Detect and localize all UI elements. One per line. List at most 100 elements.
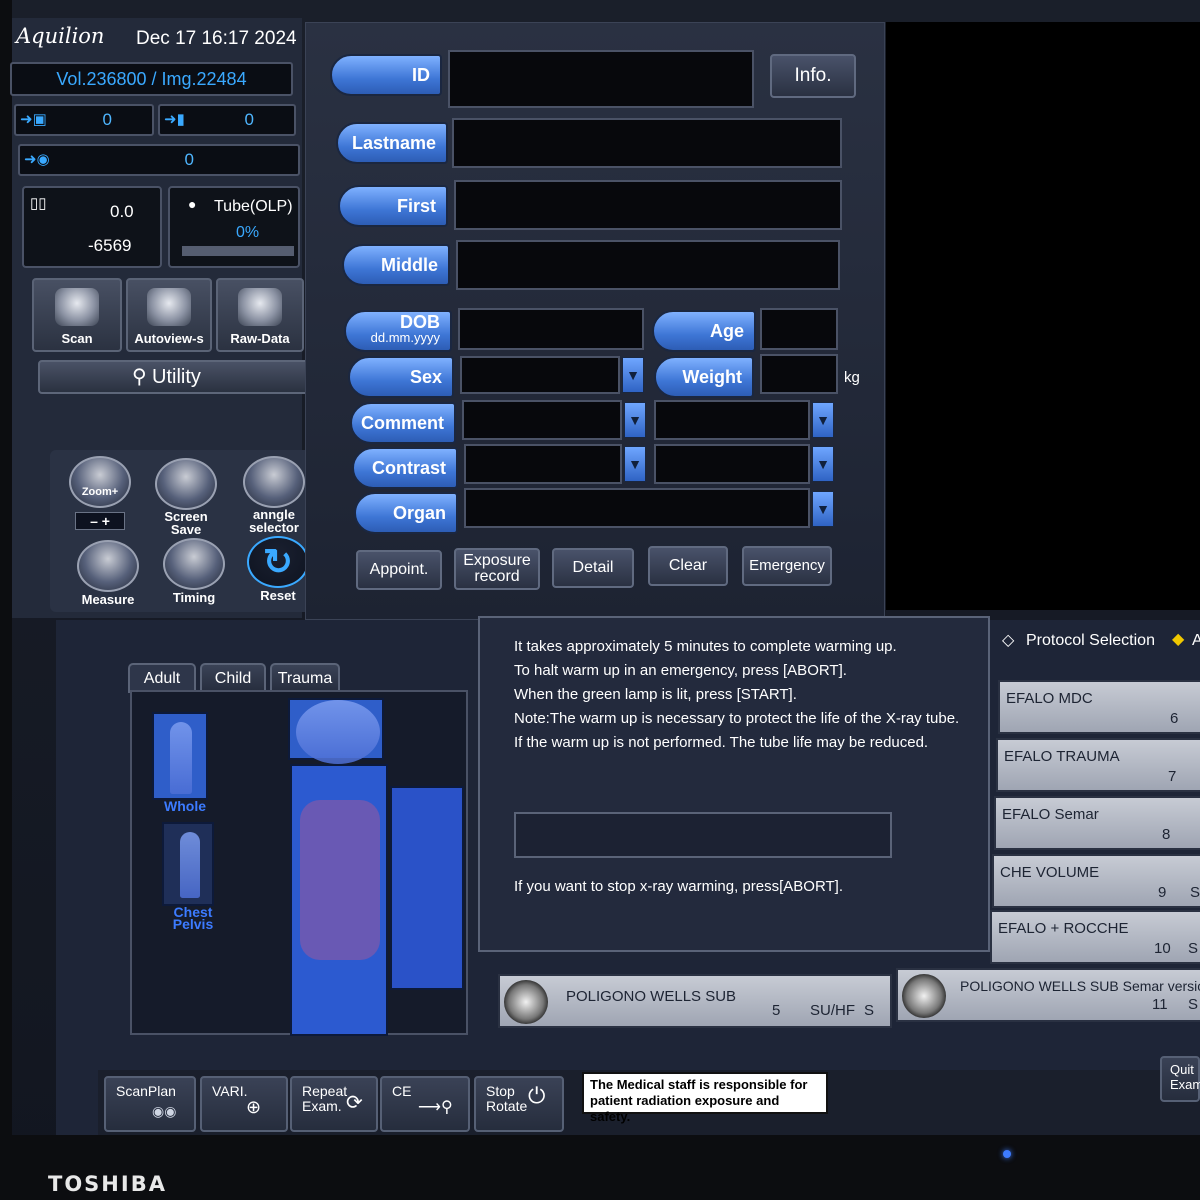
emergency-button[interactable]: Emergency [742, 546, 832, 586]
first-name-field[interactable] [454, 180, 842, 230]
repeat-icon: ⟳ [346, 1092, 363, 1114]
comment-dropdown-arrow-2[interactable]: ▼ [812, 402, 834, 438]
angle-selector-tool[interactable]: anngle selector [234, 456, 314, 534]
vari-icon: ⊕ [246, 1097, 262, 1117]
image-preview-area [886, 22, 1200, 610]
comment-select-2[interactable] [654, 400, 810, 440]
protocol-item[interactable]: CHE VOLUME 9 S [992, 854, 1200, 908]
table-height: 0.0 [110, 202, 134, 221]
sex-select[interactable] [460, 356, 620, 394]
scanplan-icon: ◉◉ [152, 1103, 177, 1119]
ce-button[interactable]: CE ⟶⚲ [380, 1076, 470, 1132]
protocol-item[interactable]: EFALO TRAUMA 7 [996, 738, 1200, 792]
aquilion-logo: Aquilion [16, 24, 105, 48]
date-time: Dec 17 16:17 2024 [136, 28, 297, 49]
detail-button[interactable]: Detail [552, 548, 634, 588]
age-label: Age [652, 310, 756, 352]
protocol-item[interactable]: POLIGONO WELLS SUB Semar versione 11 S [896, 968, 1200, 1022]
appoint-button[interactable]: Appoint. [356, 550, 442, 590]
comment-dropdown-arrow[interactable]: ▼ [624, 402, 646, 438]
head-silhouette [296, 700, 380, 764]
toshiba-logo: TOSHIBA [48, 1172, 167, 1196]
arm-region[interactable] [390, 786, 464, 990]
printer-icon: ➜▣ [20, 111, 47, 128]
archive-icon: ➜▮ [164, 111, 185, 128]
vari-button[interactable]: VARI. ⊕ [200, 1076, 288, 1132]
organ-dropdown-arrow[interactable]: ▼ [812, 491, 834, 527]
raw-data-icon [238, 288, 282, 326]
first-label: First [338, 185, 448, 227]
stop-rotate-button[interactable]: Stop Rotate ⏻ [474, 1076, 564, 1132]
raw-data-button[interactable]: Raw-Data [216, 278, 304, 352]
info-button[interactable]: Info. [770, 54, 856, 98]
quit-exam-button[interactable]: Quit Exam [1160, 1056, 1200, 1102]
whole-body-preset[interactable] [152, 712, 208, 800]
monitor-bezel-bottom [0, 1135, 1200, 1200]
monitor-bezel-left [0, 0, 12, 1135]
timing-tool[interactable]: Timing [154, 538, 234, 605]
protocol-item[interactable]: EFALO Semar 8 [994, 796, 1200, 850]
contrast-select-2[interactable] [654, 444, 810, 484]
sex-dropdown-arrow[interactable]: ▼ [622, 357, 644, 393]
scanner-icon [55, 288, 99, 326]
utility-button[interactable]: ⚲ Utility [38, 360, 313, 394]
table-position: -6569 [88, 236, 132, 255]
warmup-footer: If you want to stop x-ray warming, press… [514, 878, 844, 895]
protocol-item[interactable]: EFALO MDC 6 [998, 680, 1200, 734]
volume-image-counter: Vol.236800 / Img.22484 [10, 62, 293, 96]
chest-pelvis-label: Chest Pelvis [172, 904, 214, 932]
tube-icon: ● [188, 196, 197, 212]
screen-save-tool[interactable]: Screen Save [146, 458, 226, 536]
stop-rotate-icon: ⏻ [528, 1083, 546, 1108]
table-icon: ▯▯ [30, 195, 47, 212]
tab-trauma[interactable]: Trauma [270, 663, 340, 693]
clear-button[interactable]: Clear [648, 546, 728, 586]
repeat-exam-button[interactable]: Repeat Exam. ⟳ [290, 1076, 378, 1132]
lastname-field[interactable] [452, 118, 842, 168]
zoom-stepper[interactable]: – + [75, 512, 125, 530]
syringe-icon: ⟶⚲ [418, 1099, 453, 1116]
disk-icon: ➜◉ [24, 151, 50, 168]
autoview-icon [147, 288, 191, 326]
middle-name-field[interactable] [456, 240, 840, 290]
zoom-tool[interactable]: Zoom+ – + [60, 456, 140, 530]
organ-select[interactable] [464, 488, 810, 528]
contrast-dropdown-arrow-2[interactable]: ▼ [812, 446, 834, 482]
power-led [1003, 1150, 1011, 1158]
exposure-record-button[interactable]: Exposure record [454, 548, 540, 590]
organs-highlight [300, 800, 380, 960]
contrast-dropdown-arrow[interactable]: ▼ [624, 446, 646, 482]
protocol-item[interactable]: EFALO + ROCCHE 10 S [990, 910, 1200, 964]
ct-console-screen: Aquilion Dec 17 16:17 2024 Vol.236800 / … [0, 0, 1200, 1200]
utility-icon: ⚲ [132, 366, 147, 388]
contrast-select[interactable] [464, 444, 622, 484]
comment-select[interactable] [462, 400, 622, 440]
zoom-icon [69, 456, 131, 508]
diamond-filled-icon: ◆ [1172, 631, 1185, 648]
tube-label: Tube(OLP) [214, 198, 293, 215]
radiation-safety-notice: The Medical staff is responsible for pat… [582, 1072, 828, 1124]
reset-icon: ↻ [247, 536, 309, 588]
weight-label: Weight [654, 356, 754, 398]
warmup-line-3: When the green lamp is lit, press [START… [514, 686, 797, 703]
protocol-thumbnail [504, 980, 548, 1024]
protocol-item[interactable]: POLIGONO WELLS SUB 5 SU/HF S [498, 974, 892, 1028]
weight-field[interactable] [760, 354, 838, 394]
contrast-label: Contrast [352, 447, 458, 489]
tube-bar [182, 246, 294, 256]
id-field[interactable] [448, 50, 754, 108]
comment-label: Comment [350, 402, 456, 444]
tab-child[interactable]: Child [200, 663, 266, 693]
age-field[interactable] [760, 308, 838, 350]
dob-field[interactable] [458, 308, 644, 350]
autoview-button[interactable]: Autoview-s [126, 278, 212, 352]
chest-pelvis-preset[interactable] [162, 822, 214, 906]
measure-icon [77, 540, 139, 592]
measure-tool[interactable]: Measure [68, 540, 148, 607]
warmup-progress-bar [514, 812, 892, 858]
archive-queue-counter: ➜▮ 0 [158, 104, 296, 136]
dob-label: DOB dd.mm.yyyy [344, 310, 452, 352]
scanplan-button[interactable]: ScanPlan ◉◉ [104, 1076, 196, 1132]
tab-adult[interactable]: Adult [128, 663, 196, 693]
scan-button[interactable]: Scan [32, 278, 122, 352]
